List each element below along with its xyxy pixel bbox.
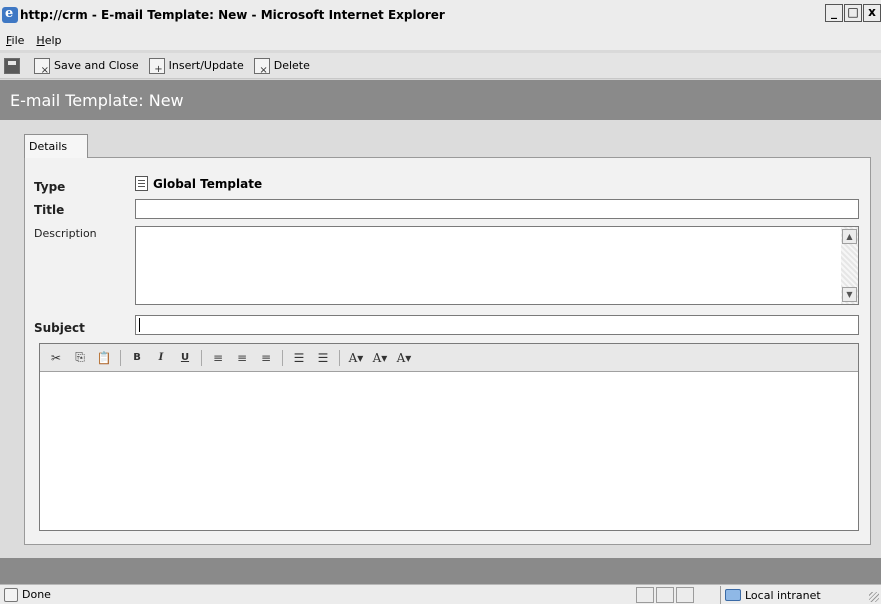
security-zone: Local intranet — [720, 586, 880, 604]
status-pane — [656, 587, 674, 603]
status-text: Done — [22, 588, 51, 601]
close-button[interactable]: x — [863, 4, 881, 22]
font-size-icon[interactable]: A▾ — [370, 348, 390, 368]
body-editor: ✂ ⎘ 📋 B I U ≡ ≡ ≡ ☰ ☰ A▾ A▾ A▾ — [39, 343, 859, 531]
toolbar-separator — [339, 349, 340, 366]
zone-label: Local intranet — [745, 588, 821, 602]
toolbar-separator — [120, 349, 121, 366]
cut-icon[interactable]: ✂ — [46, 348, 66, 368]
status-pane — [636, 587, 654, 603]
save-icon — [4, 57, 20, 74]
italic-button[interactable]: I — [151, 348, 171, 368]
document-icon — [135, 176, 148, 191]
align-center-icon[interactable]: ≡ — [232, 348, 252, 368]
delete-label: Delete — [273, 59, 310, 72]
save-and-close-label: Save and Close — [54, 59, 139, 72]
copy-icon[interactable]: ⎘ — [70, 348, 90, 368]
page-header: E-mail Template: New — [0, 80, 881, 120]
highlight-color-icon[interactable]: A▾ — [346, 348, 366, 368]
ie-icon — [2, 6, 18, 23]
subject-label: Subject — [34, 321, 85, 335]
insert-update-button[interactable]: Insert/Update — [148, 57, 244, 75]
status-bar: Done Local intranet — [0, 584, 881, 604]
command-toolbar: Save and Close Insert/Update Delete — [0, 53, 881, 79]
type-value: Global Template — [135, 176, 262, 191]
numbered-list-icon[interactable]: ☰ — [289, 348, 309, 368]
menu-help[interactable]: Help — [36, 34, 61, 47]
title-input[interactable] — [135, 199, 859, 219]
editor-toolbar: ✂ ⎘ 📋 B I U ≡ ≡ ≡ ☰ ☰ A▾ A▾ A▾ — [40, 344, 858, 372]
resize-grip-icon[interactable] — [869, 592, 879, 602]
insert-update-label: Insert/Update — [168, 59, 244, 72]
align-right-icon[interactable]: ≡ — [256, 348, 276, 368]
status-panes — [636, 587, 696, 603]
font-color-icon[interactable]: A▾ — [394, 348, 414, 368]
minimize-button[interactable]: _ — [825, 4, 843, 22]
scroll-down-icon[interactable]: ▼ — [842, 287, 857, 302]
save-close-icon — [34, 57, 50, 76]
scroll-up-icon[interactable]: ▲ — [842, 229, 857, 244]
page-done-icon — [4, 587, 18, 602]
insert-update-icon — [148, 57, 165, 75]
menu-file-rest: ile — [11, 33, 25, 47]
bulleted-list-icon[interactable]: ☰ — [313, 348, 333, 368]
type-label: Type — [34, 180, 66, 194]
type-value-text: Global Template — [153, 176, 263, 191]
menu-help-rest: elp — [44, 33, 62, 47]
window-title: http://crm - E-mail Template: New - Micr… — [20, 8, 445, 22]
paste-icon[interactable]: 📋 — [94, 348, 114, 368]
window-title-bar: http://crm - E-mail Template: New - Micr… — [0, 0, 881, 30]
status-pane — [676, 587, 694, 603]
maximize-button[interactable]: □ — [844, 4, 862, 22]
menu-help-accel: H — [36, 33, 45, 47]
details-panel: Type Global Template Title Description ▲… — [24, 157, 871, 545]
title-label: Title — [34, 203, 65, 217]
toolbar-separator — [201, 349, 202, 366]
toolbar-separator — [282, 349, 283, 366]
footer-band — [0, 558, 881, 584]
description-textarea[interactable]: ▲ ▼ — [135, 226, 859, 305]
window-controls: _ □ x — [824, 4, 881, 22]
menu-file[interactable]: File — [6, 34, 24, 47]
delete-button[interactable]: Delete — [253, 57, 310, 76]
editor-body[interactable] — [40, 372, 858, 530]
subject-input[interactable] — [135, 315, 859, 335]
save-button[interactable] — [4, 57, 24, 74]
description-label: Description — [34, 227, 97, 240]
menu-bar: File Help — [0, 30, 881, 50]
description-scrollbar[interactable]: ▲ ▼ — [841, 227, 858, 304]
underline-button[interactable]: U — [175, 348, 195, 368]
save-and-close-button[interactable]: Save and Close — [34, 57, 139, 76]
delete-icon — [253, 57, 270, 76]
align-left-icon[interactable]: ≡ — [208, 348, 228, 368]
page-title: E-mail Template: New — [10, 90, 184, 110]
bold-button[interactable]: B — [127, 348, 147, 368]
tab-details[interactable]: Details — [24, 134, 88, 158]
intranet-icon — [725, 589, 741, 601]
form-area: Details Type Global Template Title Descr… — [0, 120, 881, 558]
text-caret — [139, 318, 140, 332]
